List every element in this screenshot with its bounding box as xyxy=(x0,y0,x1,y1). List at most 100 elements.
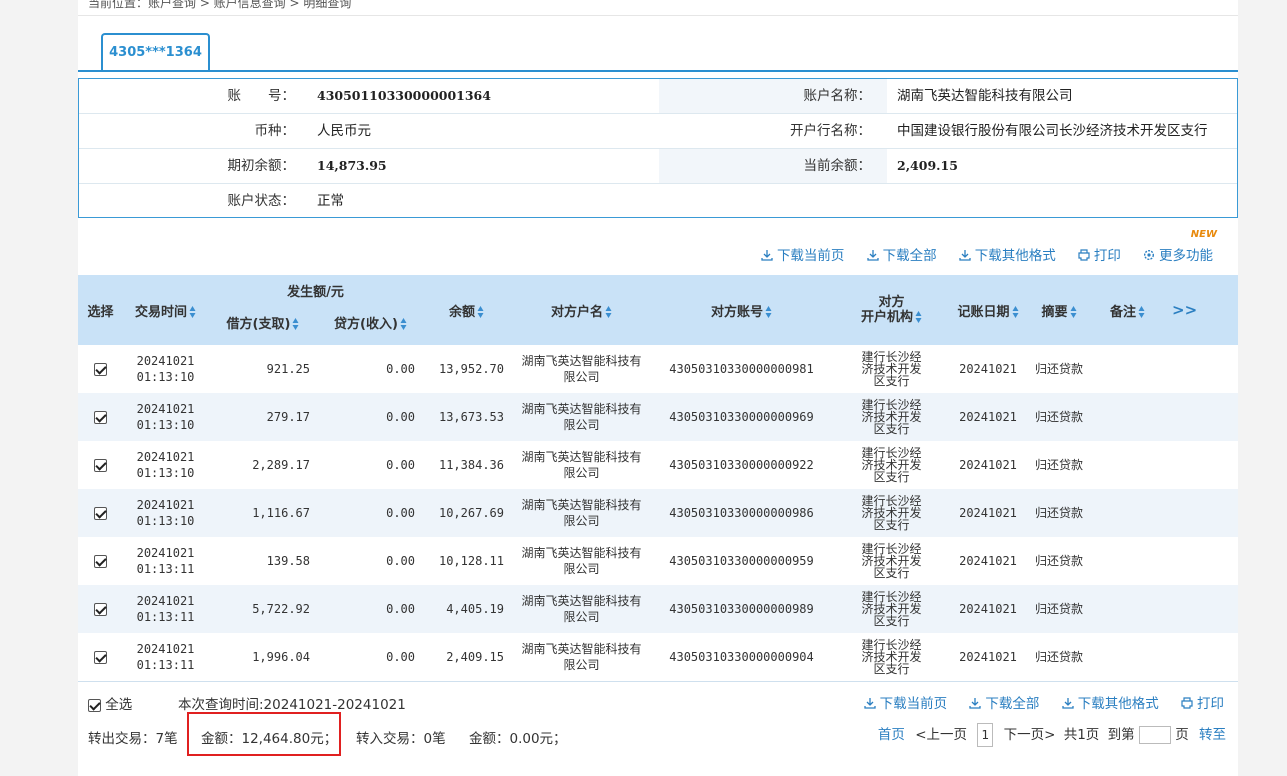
table-row[interactable]: 20241021 01:13:10 279.17 0.00 13,673.53 湖南飞英达… xyxy=(78,393,1238,441)
bank-value: 中国建设银行股份有限公司长沙经济技术开发区支行 xyxy=(897,123,1208,139)
row-checkbox[interactable] xyxy=(94,507,107,520)
total-pages: 共1页 xyxy=(1063,727,1100,743)
tab-account[interactable]: 4305***1364 xyxy=(101,33,210,72)
table-footer: 全选 本次查询时间:20241021-20241021 下载当前页 下载全部 下… xyxy=(78,681,1238,756)
sort-icon xyxy=(477,305,484,318)
col-book-date[interactable]: 记账日期 xyxy=(953,275,1023,345)
download-all-button[interactable]: 下载全部 xyxy=(866,244,937,264)
row-checkbox[interactable] xyxy=(94,411,107,424)
row-counter-account: 43050310330000000969 xyxy=(653,393,830,441)
gear-icon xyxy=(1143,249,1155,261)
table-row[interactable]: 20241021 01:13:10 1,116.67 0.00 10,267.69 湖南飞… xyxy=(78,489,1238,537)
status-value: 正常 xyxy=(317,193,344,209)
row-select[interactable] xyxy=(78,585,123,633)
first-page-link[interactable]: 首页 xyxy=(878,727,905,743)
download-page-button[interactable]: 下载当前页 xyxy=(761,244,844,264)
row-checkbox[interactable] xyxy=(94,651,107,664)
row-balance: 4,405.19 xyxy=(423,585,510,633)
row-book-date: 20241021 xyxy=(953,537,1023,585)
sort-icon xyxy=(1012,305,1018,318)
in-count: 转入交易：0笔 xyxy=(356,731,446,747)
col-counter-account[interactable]: 对方账号 xyxy=(653,275,830,345)
table-row[interactable]: 20241021 01:13:11 5,722.92 0.00 4,405.19 湖南飞英… xyxy=(78,585,1238,633)
col-balance[interactable]: 余额 xyxy=(423,275,510,345)
row-credit: 0.00 xyxy=(318,633,423,681)
currency-value: 人民币元 xyxy=(317,123,371,139)
print-label: 打印 xyxy=(1197,696,1224,712)
print-button[interactable]: 打印 xyxy=(1078,244,1121,264)
more-functions-button[interactable]: 更多功能 xyxy=(1143,244,1213,264)
col-amount-group: 发生额/元 借方(支取) 贷方(收入) xyxy=(208,275,423,345)
row-book-date: 20241021 xyxy=(953,393,1023,441)
row-counter-account: 43050310330000000922 xyxy=(653,441,830,489)
breadcrumb-strip: 当前位置：账户查询 > 账户信息查询 > 明细查询 xyxy=(78,0,1238,16)
row-more xyxy=(1160,345,1238,393)
account-no-label: 账 号： xyxy=(227,88,296,104)
col-debit[interactable]: 借方(支取) xyxy=(208,309,318,345)
row-remark xyxy=(1095,345,1160,393)
row-more xyxy=(1160,633,1238,681)
row-select[interactable] xyxy=(78,537,123,585)
row-balance: 13,952.70 xyxy=(423,345,510,393)
account-name-value: 湖南飞英达智能科技有限公司 xyxy=(897,88,1073,104)
row-checkbox[interactable] xyxy=(94,555,107,568)
col-counter-name[interactable]: 对方户名 xyxy=(510,275,653,345)
download-other-button-bottom[interactable]: 下载其他格式 xyxy=(1062,692,1159,712)
row-select[interactable] xyxy=(78,393,123,441)
page-unit: 页 xyxy=(1175,727,1189,743)
download-icon xyxy=(761,250,773,261)
row-checkbox[interactable] xyxy=(94,363,107,376)
download-icon xyxy=(969,698,982,709)
table-row[interactable]: 20241021 01:13:11 1,996.04 0.00 2,409.15 湖南飞英… xyxy=(78,633,1238,681)
row-select[interactable] xyxy=(78,345,123,393)
row-select[interactable] xyxy=(78,633,123,681)
row-summary: 归还贷款 xyxy=(1023,489,1095,537)
next-page-link[interactable]: 下一页> xyxy=(1004,727,1056,743)
row-debit: 1,116.67 xyxy=(208,489,318,537)
print-button-bottom[interactable]: 打印 xyxy=(1181,692,1224,712)
download-all-button-bottom[interactable]: 下载全部 xyxy=(969,692,1039,712)
col-counter-bank[interactable]: 对方 开户机构 xyxy=(830,275,953,345)
row-checkbox[interactable] xyxy=(94,603,107,616)
row-summary: 归还贷款 xyxy=(1023,537,1095,585)
account-row-3: 期初余额： 14,873.95 当前余额： 2,409.15 xyxy=(79,149,1237,184)
col-time[interactable]: 交易时间 xyxy=(123,275,208,345)
download-icon xyxy=(866,250,879,261)
download-icon xyxy=(863,698,876,709)
bank-label: 开户行名称： xyxy=(659,114,887,148)
row-select[interactable] xyxy=(78,489,123,537)
prev-page-link[interactable]: <上一页 xyxy=(915,727,967,743)
row-remark xyxy=(1095,633,1160,681)
select-all[interactable]: 全选 xyxy=(88,693,132,713)
download-all-label: 下载全部 xyxy=(985,696,1040,712)
row-remark xyxy=(1095,393,1160,441)
goto-button[interactable]: 转至 xyxy=(1199,727,1226,743)
print-label: 打印 xyxy=(1093,248,1121,264)
row-remark xyxy=(1095,441,1160,489)
opening-balance-value: 14,873.95 xyxy=(317,158,387,173)
col-summary[interactable]: 摘要 xyxy=(1023,275,1095,345)
table-row[interactable]: 20241021 01:13:10 921.25 0.00 13,952.70 湖南飞英达… xyxy=(78,345,1238,393)
select-all-checkbox[interactable] xyxy=(88,698,101,712)
row-credit: 0.00 xyxy=(318,585,423,633)
table-row[interactable]: 20241021 01:13:11 139.58 0.00 10,128.11 湖南飞英达… xyxy=(78,537,1238,585)
goto-page-input[interactable] xyxy=(1138,726,1171,744)
table-row[interactable]: 20241021 01:13:10 2,289.17 0.00 11,384.36 湖南飞… xyxy=(78,441,1238,489)
download-other-button[interactable]: 下载其他格式 xyxy=(959,244,1056,264)
row-counter-name: 湖南飞英达智能科技有限公司 xyxy=(510,393,653,441)
row-time: 20241021 01:13:10 xyxy=(123,345,208,393)
current-page[interactable]: 1 xyxy=(977,723,994,747)
new-badge: NEW xyxy=(1190,229,1217,240)
more-columns-button[interactable]: >> xyxy=(1160,275,1238,345)
row-summary: 归还贷款 xyxy=(1023,633,1095,681)
col-credit[interactable]: 贷方(收入) xyxy=(318,309,423,345)
row-more xyxy=(1160,393,1238,441)
account-info-panel: 账 号： 43050110330000001364 账户名称： 湖南飞英达智能科… xyxy=(78,78,1238,218)
row-select[interactable] xyxy=(78,441,123,489)
col-remark[interactable]: 备注 xyxy=(1095,275,1160,345)
row-checkbox[interactable] xyxy=(94,459,107,472)
download-page-button-bottom[interactable]: 下载当前页 xyxy=(863,692,947,712)
row-more xyxy=(1160,585,1238,633)
sort-icon xyxy=(1138,305,1145,318)
row-debit: 139.58 xyxy=(208,537,318,585)
